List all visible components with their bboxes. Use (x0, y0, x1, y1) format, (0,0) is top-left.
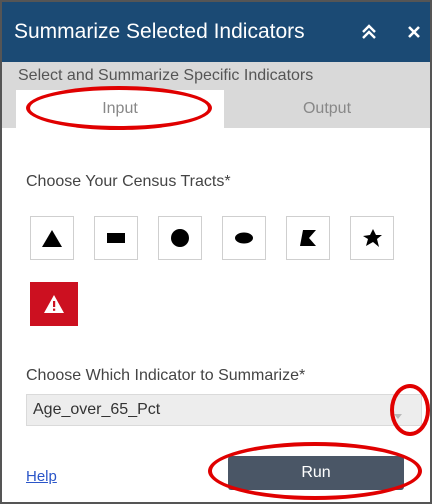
circle-icon (171, 229, 189, 247)
polygon-icon (300, 230, 316, 246)
triangle-icon (42, 230, 62, 247)
close-icon[interactable] (400, 18, 428, 46)
warning-icon (44, 295, 64, 313)
indicator-select-value: Age_over_65_Pct (33, 401, 161, 418)
clear-selection-button[interactable] (30, 282, 78, 326)
freehand-tool-button[interactable] (350, 216, 394, 260)
indicator-select[interactable]: Age_over_65_Pct (26, 394, 422, 426)
indicator-label: Choose Which Indicator to Summarize* (26, 367, 306, 384)
ellipse-tool-button[interactable] (222, 216, 266, 260)
tab-input[interactable]: Input (16, 90, 224, 128)
chevron-down-icon[interactable] (393, 407, 403, 425)
double-chevron-up-icon[interactable] (355, 18, 383, 46)
panel-subtitle: Select and Summarize Specific Indicators (18, 67, 314, 84)
tab-output[interactable]: Output (224, 90, 430, 128)
freehand-icon (363, 229, 382, 247)
tab-bar: Input Output (2, 90, 430, 128)
ellipse-icon (235, 232, 253, 244)
rectangle-tool-button[interactable] (94, 216, 138, 260)
panel-title: Summarize Selected Indicators (14, 20, 305, 43)
circle-tool-button[interactable] (158, 216, 202, 260)
rectangle-icon (107, 233, 125, 243)
triangle-tool-button[interactable] (30, 216, 74, 260)
help-link[interactable]: Help (26, 468, 57, 485)
title-bar: Summarize Selected Indicators (2, 2, 430, 62)
summarize-panel: Summarize Selected Indicators Select and… (0, 0, 432, 504)
subtitle-bar: Select and Summarize Specific Indicators (2, 62, 430, 90)
census-tracts-label: Choose Your Census Tracts* (26, 173, 231, 190)
polygon-tool-button[interactable] (286, 216, 330, 260)
run-button[interactable]: Run (228, 456, 404, 490)
